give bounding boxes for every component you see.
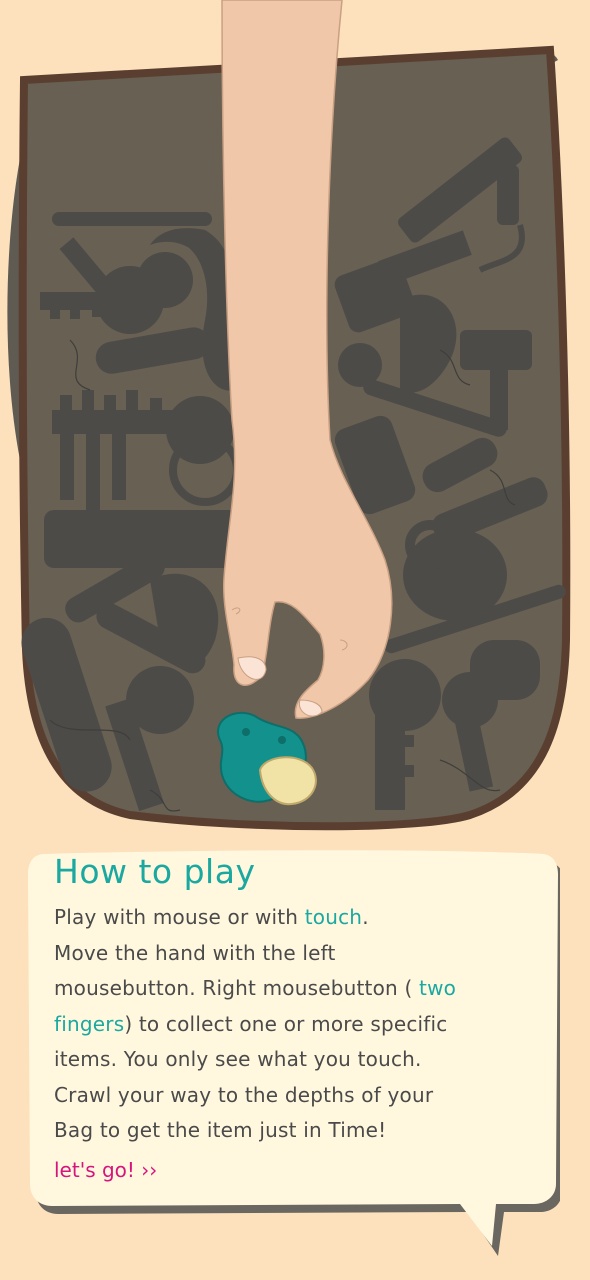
instruction-line-4: fingers) to collect one or more specific [54, 1011, 448, 1036]
game-scene[interactable] [0, 0, 590, 840]
start-game-link[interactable]: let's go! ›› [54, 1158, 157, 1182]
instruction-line-6: Crawl your way to the depths of your [54, 1082, 434, 1107]
two-fingers-highlight: two [419, 976, 457, 1000]
howto-title: How to play [54, 852, 256, 891]
fingers-highlight: fingers [54, 1011, 125, 1036]
instruction-line-1: Play with mouse or with touch. [54, 905, 369, 929]
instruction-line-7: Bag to get the item just in Time! [54, 1118, 387, 1142]
howto-instructions: Play with mouse or with touch. Move the … [54, 900, 524, 1149]
pen-icon[interactable] [52, 212, 212, 226]
instruction-line-5: items. You only see what you touch. [54, 1047, 422, 1071]
instruction-line-2: Move the hand with the left [54, 940, 336, 965]
instruction-line-3: mousebutton. Right mousebutton ( two [54, 976, 457, 1000]
touch-highlight: touch [304, 905, 363, 929]
